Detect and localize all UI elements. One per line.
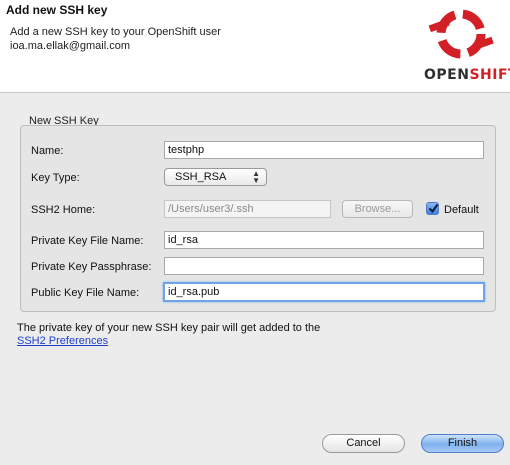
default-checkbox[interactable]: [426, 202, 439, 215]
name-input[interactable]: [164, 141, 484, 159]
checkmark-icon: [428, 203, 439, 214]
key-type-value: SSH_RSA: [175, 171, 227, 183]
name-label: Name:: [31, 145, 64, 157]
private-key-label: Private Key File Name:: [31, 235, 144, 247]
description-line: Add a new SSH key to your OpenShift user: [10, 26, 221, 38]
updown-arrows-icon: ▲ ▼: [252, 169, 260, 185]
passphrase-label: Private Key Passphrase:: [31, 261, 152, 273]
user-email: ioa.ma.ellak@gmail.com: [10, 40, 130, 52]
passphrase-input[interactable]: [164, 257, 484, 275]
cancel-button[interactable]: Cancel: [322, 434, 405, 453]
browse-button[interactable]: Browse...: [342, 200, 413, 218]
default-label: Default: [444, 204, 479, 216]
public-key-input[interactable]: [163, 282, 485, 302]
private-key-input[interactable]: [164, 231, 484, 249]
key-type-select[interactable]: SSH_RSA ▲ ▼: [164, 168, 267, 186]
finish-button[interactable]: Finish: [421, 434, 504, 453]
dialog-description: Add a new SSH key to your OpenShift user…: [10, 25, 221, 53]
ssh2-home-input: [164, 200, 331, 218]
logo-text-open: OPEN: [424, 67, 470, 83]
openshift-logo-text: OPENSHIFT: [424, 67, 510, 83]
info-note: The private key of your new SSH key pair…: [17, 322, 321, 334]
openshift-logo-icon: [428, 9, 494, 59]
public-key-label: Public Key File Name:: [31, 287, 140, 299]
dialog-title: Add new SSH key: [6, 3, 108, 17]
logo-text-shift: SHIFT: [469, 67, 510, 83]
dialog-header: Add new SSH key Add a new SSH key to you…: [0, 0, 510, 93]
ssh2-preferences-link[interactable]: SSH2 Preferences: [17, 335, 108, 347]
ssh2-home-label: SSH2 Home:: [31, 204, 96, 216]
key-type-label: Key Type:: [31, 172, 80, 184]
